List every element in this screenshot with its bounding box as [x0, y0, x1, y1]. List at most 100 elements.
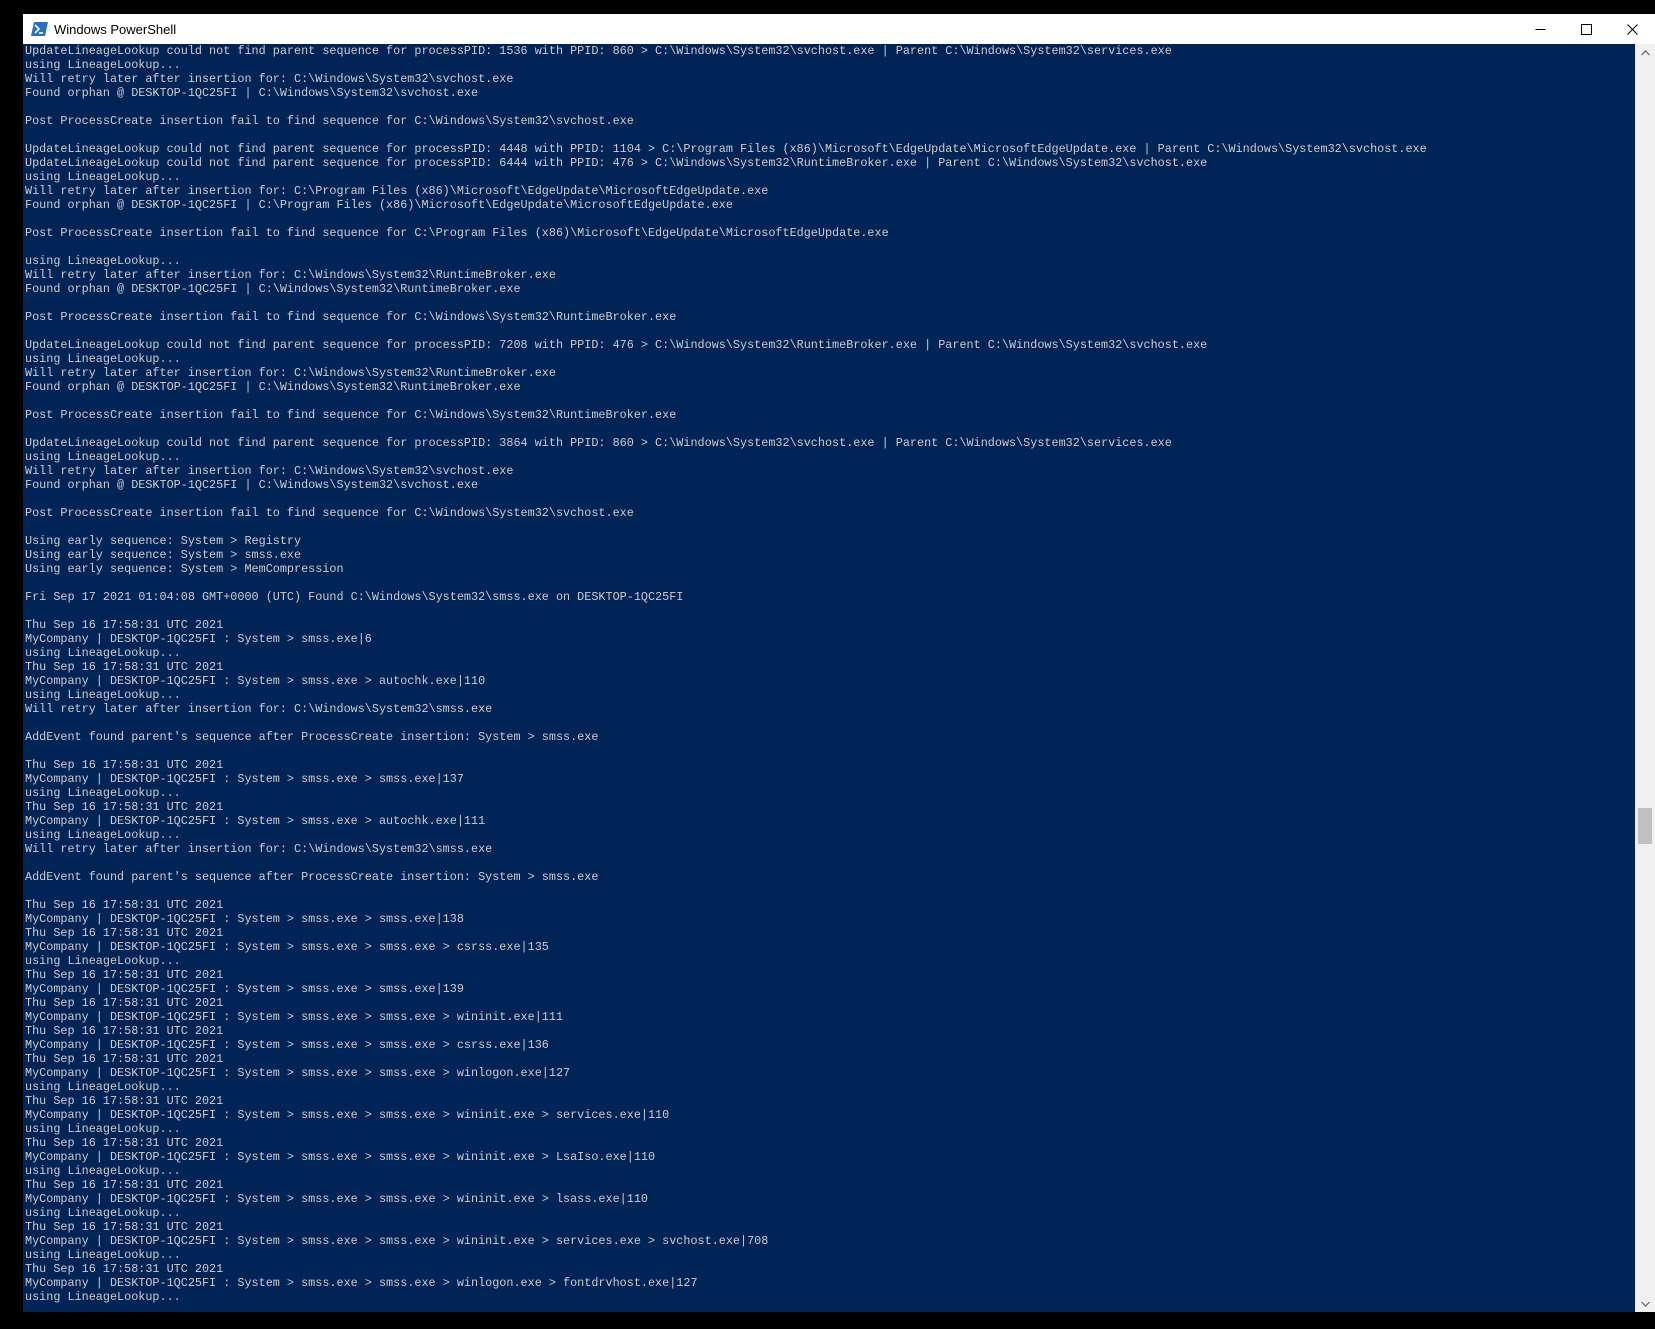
console-line: Post ProcessCreate insertion fail to fin… [25, 310, 677, 324]
console-line: MyCompany | DESKTOP-1QC25FI : System > s… [25, 772, 464, 786]
console-line: AddEvent found parent's sequence after P… [25, 730, 599, 744]
console-line: using LineageLookup... [25, 688, 181, 702]
console-line: Thu Sep 16 17:58:31 UTC 2021 [25, 1024, 224, 1038]
console-line: Thu Sep 16 17:58:31 UTC 2021 [25, 618, 224, 632]
console-line: MyCompany | DESKTOP-1QC25FI : System > s… [25, 674, 486, 688]
close-icon [1626, 23, 1638, 35]
console-line: Thu Sep 16 17:58:31 UTC 2021 [25, 800, 224, 814]
console-line: UpdateLineageLookup could not find paren… [25, 156, 1208, 170]
console-line: MyCompany | DESKTOP-1QC25FI : System > s… [25, 814, 486, 828]
console-line: using LineageLookup... [25, 1290, 181, 1304]
console-line: UpdateLineageLookup could not find paren… [25, 142, 1427, 156]
console-line: MyCompany | DESKTOP-1QC25FI : System > s… [25, 1108, 670, 1122]
console-output[interactable]: UpdateLineageLookup could not find paren… [23, 44, 1635, 1312]
console-line: MyCompany | DESKTOP-1QC25FI : System > s… [25, 632, 372, 646]
console-line: MyCompany | DESKTOP-1QC25FI : System > s… [25, 1010, 564, 1024]
console-line: Thu Sep 16 17:58:31 UTC 2021 [25, 996, 224, 1010]
console-line: Found orphan @ DESKTOP-1QC25FI | C:\Wind… [25, 282, 521, 296]
console-line: using LineageLookup... [25, 1122, 181, 1136]
console-line: Fri Sep 17 2021 01:04:08 GMT+0000 (UTC) … [25, 590, 684, 604]
console-line: Found orphan @ DESKTOP-1QC25FI | C:\Wind… [25, 86, 479, 100]
scroll-up-button[interactable] [1635, 44, 1655, 61]
console-line: Thu Sep 16 17:58:31 UTC 2021 [25, 758, 224, 772]
console-line: Post ProcessCreate insertion fail to fin… [25, 226, 889, 240]
console-line: MyCompany | DESKTOP-1QC25FI : System > s… [25, 1038, 549, 1052]
console-line: Will retry later after insertion for: C:… [25, 72, 514, 86]
console-line: AddEvent found parent's sequence after P… [25, 870, 599, 884]
console-line: Using early sequence: System > smss.exe [25, 548, 302, 562]
minimize-button[interactable] [1517, 14, 1563, 44]
console-line: Thu Sep 16 17:58:31 UTC 2021 [25, 660, 224, 674]
console-line: Thu Sep 16 17:58:31 UTC 2021 [25, 1052, 224, 1066]
console-line: Using early sequence: System > MemCompre… [25, 562, 344, 576]
console-line: Will retry later after insertion for: C:… [25, 464, 514, 478]
window-title: Windows PowerShell [54, 21, 177, 37]
console-line: MyCompany | DESKTOP-1QC25FI : System > s… [25, 912, 464, 926]
console-line: using LineageLookup... [25, 450, 181, 464]
console-line: MyCompany | DESKTOP-1QC25FI : System > s… [25, 1192, 648, 1206]
console-line: using LineageLookup... [25, 170, 181, 184]
console-line: Post ProcessCreate insertion fail to fin… [25, 408, 677, 422]
console-line: Post ProcessCreate insertion fail to fin… [25, 506, 634, 520]
chevron-up-icon [1640, 49, 1650, 55]
close-button[interactable] [1609, 14, 1655, 44]
console-line: MyCompany | DESKTOP-1QC25FI : System > s… [25, 1234, 769, 1248]
console-line: Using early sequence: System > Registry [25, 534, 302, 548]
chevron-down-icon [1640, 1301, 1650, 1307]
console-line: MyCompany | DESKTOP-1QC25FI : System > s… [25, 940, 549, 954]
maximize-icon [1580, 23, 1592, 35]
console-line: MyCompany | DESKTOP-1QC25FI : System > s… [25, 1150, 656, 1164]
console-line: Thu Sep 16 17:58:31 UTC 2021 [25, 1094, 224, 1108]
console-line: Found orphan @ DESKTOP-1QC25FI | C:\Prog… [25, 198, 733, 212]
console-line: Will retry later after insertion for: C:… [25, 702, 493, 716]
console-line: using LineageLookup... [25, 646, 181, 660]
console-line: Will retry later after insertion for: C:… [25, 366, 556, 380]
title-bar[interactable]: Windows PowerShell [23, 14, 1655, 44]
console-line: Thu Sep 16 17:58:31 UTC 2021 [25, 898, 224, 912]
console-line: using LineageLookup... [25, 1164, 181, 1178]
scroll-down-button[interactable] [1635, 1295, 1655, 1312]
console-line: using LineageLookup... [25, 254, 181, 268]
console-line: Found orphan @ DESKTOP-1QC25FI | C:\Wind… [25, 478, 479, 492]
minimize-icon [1535, 28, 1545, 30]
console-line: MyCompany | DESKTOP-1QC25FI : System > s… [25, 1066, 571, 1080]
console-line: using LineageLookup... [25, 1080, 181, 1094]
scrollbar-thumb[interactable] [1638, 808, 1652, 844]
console-line: Thu Sep 16 17:58:31 UTC 2021 [25, 1220, 224, 1234]
console-line: using LineageLookup... [25, 1206, 181, 1220]
console-line: using LineageLookup... [25, 1248, 181, 1262]
console-line: UpdateLineageLookup could not find paren… [25, 436, 1172, 450]
powershell-window: Windows PowerShell UpdateLineageLookup c… [23, 14, 1655, 1312]
vertical-scrollbar[interactable] [1635, 44, 1655, 1312]
console-line: Will retry later after insertion for: C:… [25, 268, 556, 282]
console-line: Thu Sep 16 17:58:31 UTC 2021 [25, 1136, 224, 1150]
console-line: using LineageLookup... [25, 954, 181, 968]
console-line: Thu Sep 16 17:58:31 UTC 2021 [25, 968, 224, 982]
console-line: using LineageLookup... [25, 58, 181, 72]
console-line: Thu Sep 16 17:58:31 UTC 2021 [25, 1262, 224, 1276]
console-line: Thu Sep 16 17:58:31 UTC 2021 [25, 926, 224, 940]
maximize-button[interactable] [1563, 14, 1609, 44]
console-line: UpdateLineageLookup could not find paren… [25, 338, 1208, 352]
console-line: Will retry later after insertion for: C:… [25, 184, 769, 198]
console-line: Will retry later after insertion for: C:… [25, 842, 493, 856]
console-line: using LineageLookup... [25, 786, 181, 800]
console-line: Post ProcessCreate insertion fail to fin… [25, 114, 634, 128]
console-line: using LineageLookup... [25, 828, 181, 842]
powershell-icon [31, 22, 48, 36]
